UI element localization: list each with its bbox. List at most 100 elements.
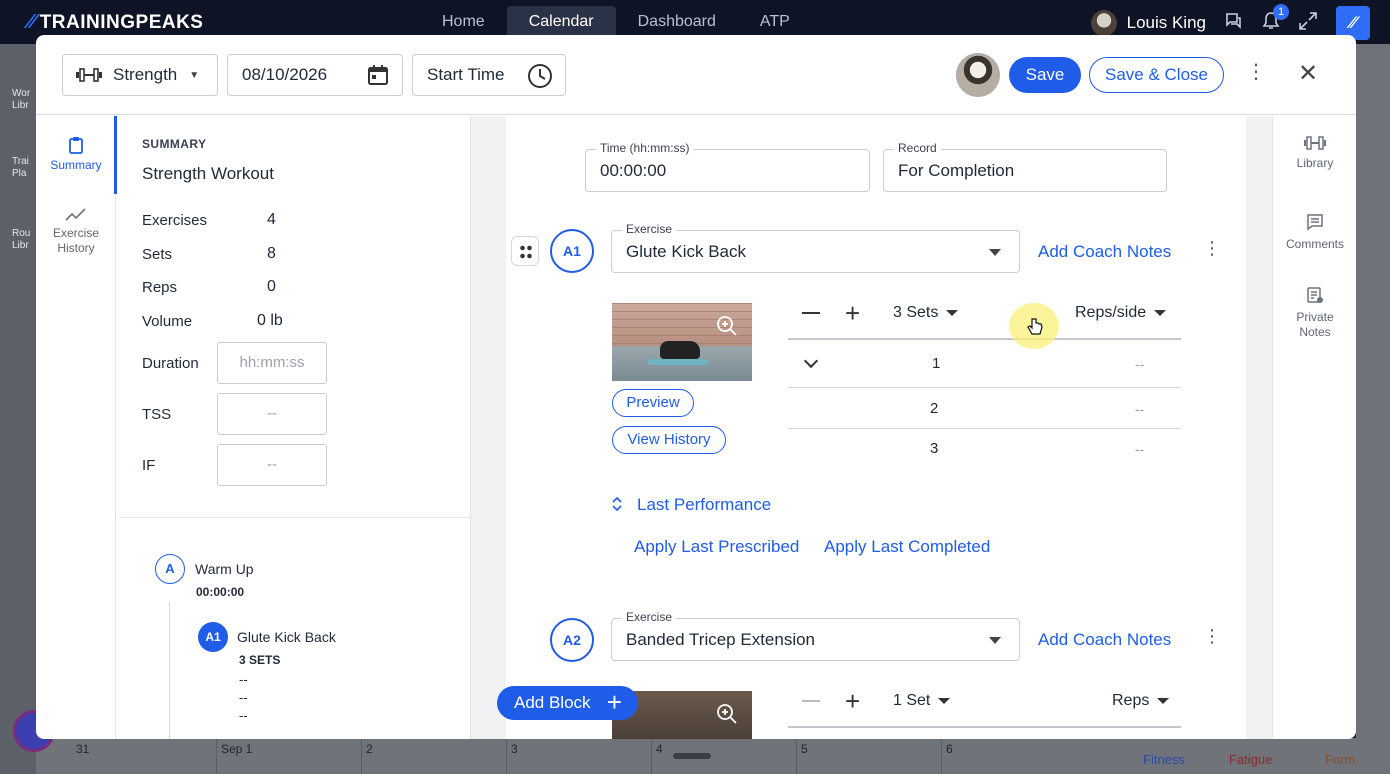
expand-icon[interactable]: [1298, 11, 1318, 36]
date-field[interactable]: 08/10/2026: [227, 54, 403, 96]
reps-type-dropdown-a1[interactable]: Reps/side: [1075, 304, 1167, 322]
calendar-icon[interactable]: [366, 63, 390, 87]
athlete-avatar[interactable]: [956, 53, 1000, 97]
add-set-button[interactable]: +: [845, 300, 860, 326]
preview-button[interactable]: Preview: [612, 389, 694, 417]
tab-summary-label: Summary: [50, 158, 102, 172]
stat-volume-label: Volume: [142, 313, 193, 330]
top-nav: Home Calendar Dashboard ATP: [420, 6, 812, 38]
comment-icon: [1307, 214, 1323, 231]
if-input[interactable]: --: [217, 444, 327, 486]
table-row-divider: [788, 428, 1181, 429]
stat-sets-value: 8: [267, 245, 276, 262]
private-notes-tab[interactable]: Private Notes: [1273, 286, 1356, 340]
set-number: 1: [932, 355, 941, 372]
tab-exercise-history[interactable]: Exercise History: [36, 208, 116, 256]
exercise-select-a1[interactable]: Exercise Glute Kick Back: [611, 222, 1020, 273]
save-button[interactable]: Save: [1009, 57, 1081, 93]
nav-dashboard[interactable]: Dashboard: [616, 6, 738, 38]
tree-item-name[interactable]: Glute Kick Back: [237, 629, 336, 645]
comments-tab[interactable]: Comments: [1273, 213, 1356, 252]
block-time-field[interactable]: Time (hh:mm:ss) 00:00:00: [585, 141, 870, 192]
save-and-close-button[interactable]: Save & Close: [1089, 57, 1224, 93]
expand-collapse-icon[interactable]: [611, 495, 623, 518]
sets-dropdown-a2[interactable]: 1 Set: [893, 692, 951, 710]
exercise-badge-a2[interactable]: A2: [550, 618, 594, 662]
chevron-down-icon: ▼: [189, 69, 200, 81]
exercise-more-icon[interactable]: ⋮: [1203, 238, 1221, 259]
record-field[interactable]: Record For Completion: [883, 141, 1167, 192]
nav-calendar[interactable]: Calendar: [506, 6, 616, 38]
exercise-badge-a1[interactable]: A1: [550, 229, 594, 273]
chevron-down-icon[interactable]: [803, 353, 819, 369]
exercise-select-a2[interactable]: Exercise Banded Tricep Extension: [611, 610, 1020, 661]
metric-form: Form: [1325, 752, 1356, 767]
nav-atp[interactable]: ATP: [738, 6, 812, 38]
add-coach-notes-a1[interactable]: Add Coach Notes: [1038, 242, 1171, 262]
workout-type-select[interactable]: Strength ▼: [62, 54, 218, 96]
library-tab[interactable]: Library: [1273, 136, 1356, 171]
nav-home[interactable]: Home: [420, 6, 507, 38]
background-calendar-edge: [1356, 44, 1390, 774]
start-time-field[interactable]: Start Time: [412, 54, 566, 96]
set-reps-value[interactable]: --: [1135, 441, 1144, 457]
add-set-button[interactable]: +: [845, 688, 860, 714]
table-row-divider: [788, 387, 1181, 388]
sets-dropdown-a1[interactable]: 3 Sets: [893, 304, 959, 322]
remove-set-button[interactable]: [802, 312, 820, 314]
tree-item-sets: 3 SETS: [239, 653, 281, 667]
right-rail: Library Comments Private Notes: [1272, 116, 1356, 739]
drag-handle[interactable]: [511, 236, 539, 266]
bell-icon[interactable]: 1: [1262, 3, 1289, 36]
apply-last-prescribed-link[interactable]: Apply Last Prescribed: [634, 537, 799, 557]
workout-modal: Strength ▼ 08/10/2026 Start Time Save Sa…: [36, 35, 1356, 739]
view-history-button[interactable]: View History: [612, 426, 726, 454]
record-value: For Completion: [898, 161, 1015, 180]
tree-block-name[interactable]: Warm Up: [195, 561, 254, 577]
scroll-handle[interactable]: [673, 753, 711, 759]
exercise-field-label: Exercise: [622, 610, 677, 624]
duration-label: Duration: [142, 355, 199, 372]
duration-input[interactable]: hh:mm:ss: [217, 342, 327, 384]
zoom-in-icon[interactable]: [716, 315, 738, 337]
clock-icon[interactable]: [527, 63, 553, 89]
calendar-divider: [796, 738, 797, 774]
trend-line-icon: [65, 208, 86, 221]
remove-set-button[interactable]: [802, 700, 820, 702]
add-block-button[interactable]: Add Block +: [497, 686, 638, 720]
user-name: Louis King: [1126, 13, 1206, 32]
reps-type-dropdown-a2[interactable]: Reps: [1112, 692, 1170, 710]
user-menu[interactable]: Louis King: [1090, 10, 1206, 36]
set-reps-value[interactable]: --: [1135, 356, 1144, 372]
tab-exercise-history-label: Exercise History: [52, 226, 99, 255]
private-notes-label: Private Notes: [1296, 310, 1334, 339]
record-label: Record: [894, 141, 941, 155]
exercise-field-label: Exercise: [622, 222, 677, 236]
close-icon[interactable]: ✕: [1298, 62, 1318, 86]
brand-logo[interactable]: ⁄⁄ TRAININGPEAKS: [28, 11, 203, 34]
last-performance-toggle[interactable]: Last Performance: [637, 495, 771, 515]
bg-sidebar-label: Trai Pla: [12, 156, 29, 179]
set-reps-value[interactable]: --: [1135, 401, 1144, 417]
brand-name: TRAININGPEAKS: [39, 11, 204, 33]
zoom-in-icon[interactable]: [716, 703, 738, 725]
exercise-thumbnail-a1[interactable]: [612, 303, 752, 381]
thumbnail-figure: [660, 341, 700, 359]
calendar-date: 4: [656, 742, 663, 756]
tree-item-value: --: [239, 672, 248, 687]
thumbnail-mat: [648, 359, 708, 365]
apply-last-completed-link[interactable]: Apply Last Completed: [824, 537, 990, 557]
add-coach-notes-a2[interactable]: Add Coach Notes: [1038, 630, 1171, 650]
sets-count-a1: 3 Sets: [893, 304, 939, 321]
exercise-more-icon[interactable]: ⋮: [1203, 626, 1221, 647]
chat-icon[interactable]: [1224, 12, 1244, 35]
tab-summary[interactable]: Summary: [36, 136, 116, 172]
exercise-name-a1: Glute Kick Back: [626, 242, 746, 261]
dumbbell-icon: [1304, 136, 1326, 150]
tss-input[interactable]: --: [217, 393, 327, 435]
more-options-icon[interactable]: ⋮: [1246, 62, 1266, 82]
tree-item-badge[interactable]: A1: [198, 622, 228, 652]
tree-connector: [169, 602, 170, 739]
exercise-name-a2: Banded Tricep Extension: [626, 630, 816, 649]
tree-block-badge[interactable]: A: [155, 554, 185, 584]
